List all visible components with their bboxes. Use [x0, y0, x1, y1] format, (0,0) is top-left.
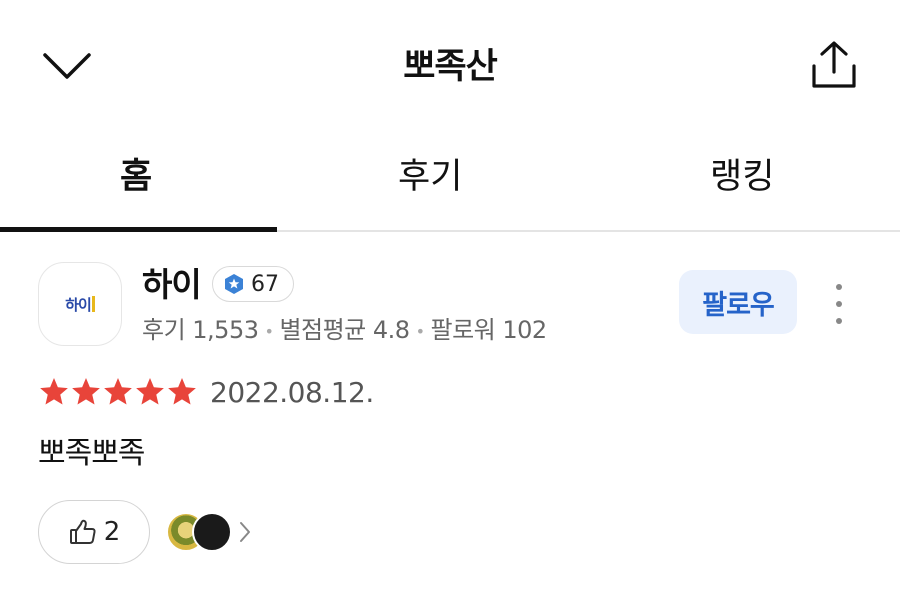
more-vertical-icon-dot: [836, 301, 842, 307]
active-tab-indicator: [0, 227, 277, 232]
more-vertical-icon: [836, 284, 842, 290]
like-count: 2: [103, 517, 121, 547]
top-bar: 뽀족산: [0, 0, 900, 130]
star-rating: [38, 376, 198, 408]
profile-avatar[interactable]: 하이: [38, 262, 122, 346]
share-button[interactable]: [808, 38, 860, 92]
tab-ranking[interactable]: 랭킹: [710, 148, 774, 199]
thumbs-up-icon: [69, 519, 96, 544]
profile-stats: 후기 1,553 • 별점평균 4.8 • 팔로워 102: [142, 310, 547, 345]
profile-nickname[interactable]: 하이: [142, 258, 202, 306]
star-icon: [104, 378, 132, 405]
review-rating-row: 2022.08.12.: [38, 372, 374, 412]
review-date: 2022.08.12.: [210, 375, 374, 409]
star-icon: [136, 378, 164, 405]
avatar-logo-text: 하이: [65, 295, 92, 314]
share-icon: [812, 41, 856, 88]
star-icon: [72, 378, 100, 405]
page-title: 뽀족산: [403, 47, 498, 87]
level-number: 67: [251, 271, 279, 297]
average-rating: 별점평균 4.8: [279, 316, 410, 344]
more-vertical-icon-dot: [836, 318, 842, 324]
more-options-button[interactable]: [826, 284, 852, 324]
chevron-right-icon: [240, 522, 250, 542]
follow-button[interactable]: 팔로우: [679, 270, 797, 334]
avatar-logo-bar: [91, 296, 95, 312]
tab-bar: 홈 후기 랭킹: [0, 130, 900, 232]
separator-dot: •: [264, 321, 274, 341]
star-icon: [168, 378, 196, 405]
likers-list[interactable]: [166, 512, 252, 552]
tab-reviews[interactable]: 후기: [398, 148, 462, 199]
level-badge: 67: [212, 266, 294, 302]
liker-avatar: [192, 512, 232, 552]
like-button[interactable]: 2: [38, 500, 150, 564]
star-badge-icon: [225, 274, 243, 294]
follower-count: 팔로워 102: [430, 316, 548, 344]
star-icon: [40, 378, 68, 405]
review-text: 뽀족뽀족: [38, 436, 145, 471]
tab-home[interactable]: 홈: [120, 148, 152, 199]
review-count: 후기 1,553: [142, 316, 259, 344]
separator-dot: •: [415, 321, 425, 341]
